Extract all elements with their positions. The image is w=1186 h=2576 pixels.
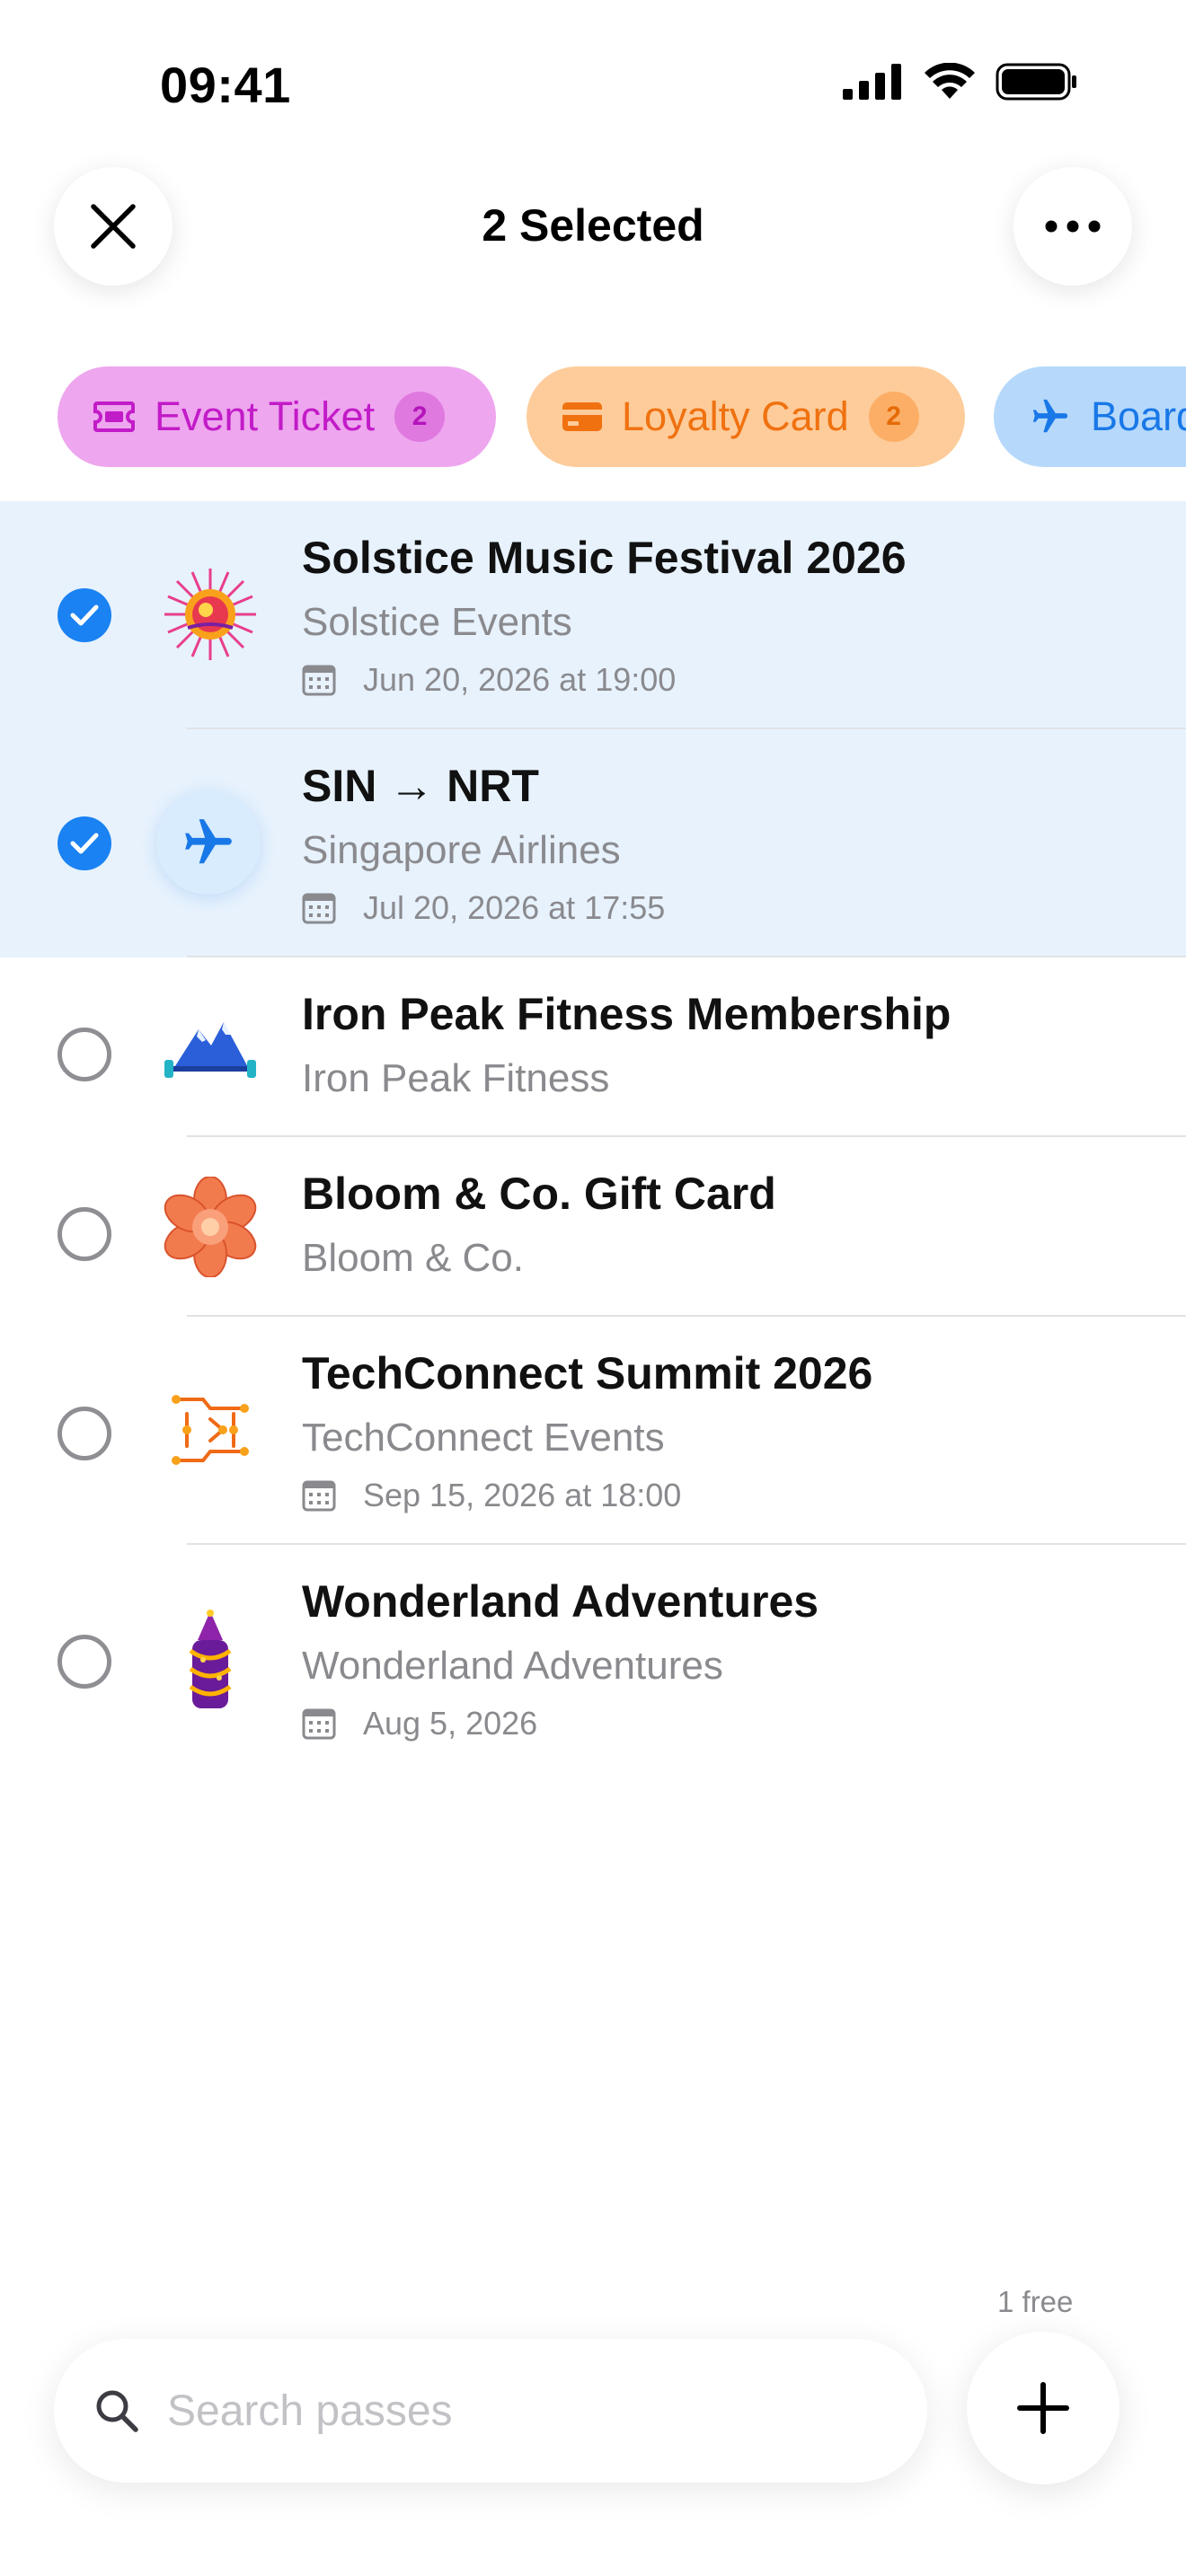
status-bar: 09:41 bbox=[0, 0, 1186, 171]
chip-label: Boarding Pass bbox=[1091, 393, 1186, 439]
checkmark-icon bbox=[70, 604, 99, 626]
pass-subtitle: Iron Peak Fitness bbox=[302, 1056, 610, 1100]
wifi-icon bbox=[924, 62, 976, 105]
pass-title: TechConnect Summit 2026 bbox=[302, 1348, 873, 1398]
pass-date: Jul 20, 2026 at 17:55 bbox=[302, 889, 665, 927]
chip-count-badge: 2 bbox=[868, 392, 919, 442]
castle-icon bbox=[156, 1608, 264, 1716]
list-item[interactable]: Iron Peak Fitness Membership Iron Peak F… bbox=[0, 957, 1186, 1137]
page-title: 2 Selected bbox=[482, 200, 704, 251]
selection-checkbox[interactable] bbox=[58, 1407, 111, 1460]
circuit-icon bbox=[156, 1376, 264, 1484]
search-icon bbox=[96, 2390, 138, 2432]
chip-count-badge: 2 bbox=[394, 392, 446, 442]
pass-date-text: Sep 15, 2026 at 18:00 bbox=[363, 1477, 682, 1513]
category-filter-chips: Event Ticket 2 Loyalty Card 2 Boarding P… bbox=[0, 366, 1186, 467]
cellular-signal-icon bbox=[843, 64, 904, 104]
pass-title: Wonderland Adventures bbox=[302, 1576, 819, 1627]
pass-title: Iron Peak Fitness Membership bbox=[302, 989, 951, 1039]
add-pass-button[interactable] bbox=[967, 2332, 1120, 2484]
ticket-icon bbox=[93, 401, 135, 432]
pass-date: Aug 5, 2026 bbox=[302, 1705, 537, 1742]
selection-checkbox[interactable] bbox=[58, 816, 111, 870]
pass-list: Solstice Music Festival 2026 Solstice Ev… bbox=[0, 501, 1186, 1773]
search-bar[interactable] bbox=[54, 2339, 927, 2483]
list-item[interactable]: TechConnect Summit 2026 TechConnect Even… bbox=[0, 1317, 1186, 1545]
list-item[interactable]: Solstice Music Festival 2026 Solstice Ev… bbox=[0, 501, 1186, 729]
selection-checkbox[interactable] bbox=[58, 1207, 111, 1261]
card-icon bbox=[562, 402, 602, 431]
pass-subtitle: Wonderland Adventures bbox=[302, 1644, 723, 1688]
pass-subtitle: TechConnect Events bbox=[302, 1416, 665, 1460]
checkmark-icon bbox=[70, 833, 99, 854]
pass-title: SIN → NRT bbox=[302, 761, 539, 811]
mountain-dumbbell-icon bbox=[156, 995, 264, 1103]
ellipsis-icon bbox=[1045, 220, 1101, 233]
selection-checkbox[interactable] bbox=[58, 1635, 111, 1689]
pass-date: Sep 15, 2026 at 18:00 bbox=[302, 1477, 681, 1514]
flower-icon bbox=[156, 1173, 264, 1281]
search-input[interactable] bbox=[167, 2386, 850, 2436]
airplane-icon bbox=[1030, 396, 1071, 437]
selection-checkbox[interactable] bbox=[58, 1028, 111, 1081]
battery-icon bbox=[996, 63, 1078, 105]
plus-icon bbox=[1017, 2382, 1069, 2434]
chip-loyalty-card[interactable]: Loyalty Card 2 bbox=[527, 366, 965, 467]
selection-checkbox[interactable] bbox=[58, 588, 111, 642]
status-icons bbox=[843, 62, 1078, 105]
free-count-label: 1 free bbox=[997, 2285, 1074, 2318]
chip-label: Event Ticket bbox=[155, 393, 376, 439]
list-item[interactable]: SIN → NRT Singapore Airlines Jul 20, 202… bbox=[0, 729, 1186, 957]
pass-subtitle: Solstice Events bbox=[302, 600, 572, 644]
pass-date-text: Aug 5, 2026 bbox=[363, 1705, 538, 1742]
pass-date-text: Jun 20, 2026 at 19:00 bbox=[363, 661, 677, 698]
pass-date: Jun 20, 2026 at 19:00 bbox=[302, 661, 676, 699]
airplane-icon bbox=[156, 790, 261, 895]
calendar-icon bbox=[302, 1707, 336, 1740]
pass-subtitle: Bloom & Co. bbox=[302, 1236, 524, 1280]
status-time: 09:41 bbox=[160, 57, 291, 113]
more-options-button[interactable] bbox=[1013, 167, 1132, 286]
pass-date-text: Jul 20, 2026 at 17:55 bbox=[363, 889, 666, 926]
list-item[interactable]: Wonderland Adventures Wonderland Adventu… bbox=[0, 1545, 1186, 1773]
chip-event-ticket[interactable]: Event Ticket 2 bbox=[58, 366, 496, 467]
calendar-icon bbox=[302, 1479, 336, 1512]
pass-title: Bloom & Co. Gift Card bbox=[302, 1169, 776, 1219]
list-item[interactable]: Bloom & Co. Gift Card Bloom & Co. bbox=[0, 1137, 1186, 1317]
calendar-icon bbox=[302, 664, 336, 696]
calendar-icon bbox=[302, 892, 336, 924]
chip-boarding-pass[interactable]: Boarding Pass bbox=[994, 366, 1186, 467]
pass-title: Solstice Music Festival 2026 bbox=[302, 533, 907, 583]
sun-festival-icon bbox=[156, 560, 264, 668]
pass-subtitle: Singapore Airlines bbox=[302, 828, 621, 872]
chip-label: Loyalty Card bbox=[622, 393, 849, 439]
